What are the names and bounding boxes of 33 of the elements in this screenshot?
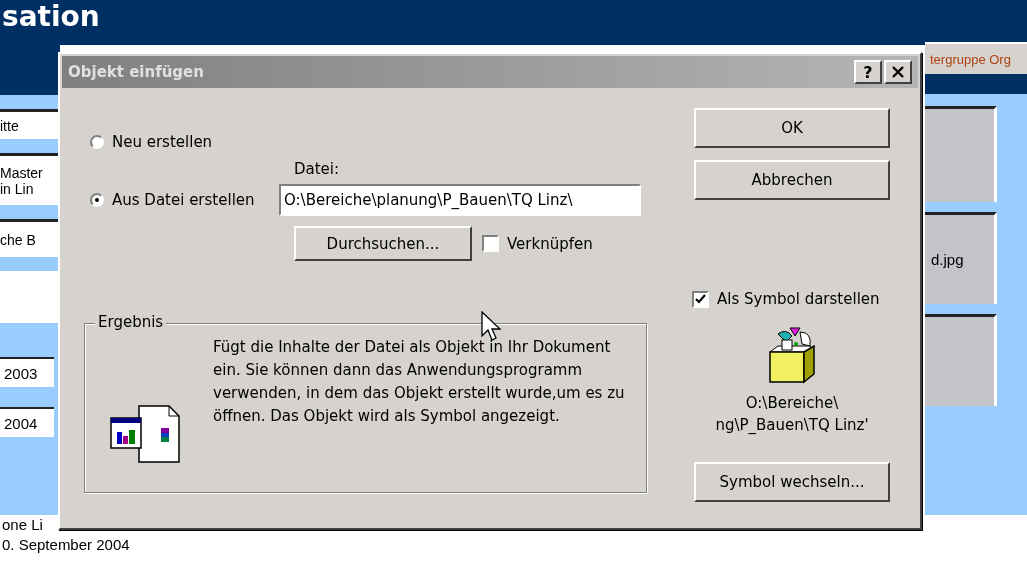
radio-button[interactable]: [90, 135, 104, 149]
page-title: sation: [1, 0, 100, 34]
file-path-field[interactable]: O:\Bereiche\planung\P_Bauen\TQ Linz\: [279, 184, 641, 216]
radio-option[interactable]: Aus Datei erstellen: [84, 188, 279, 212]
checkbox[interactable]: [482, 235, 499, 252]
cell-text: Master: [0, 164, 44, 181]
cancel-button[interactable]: Abbrechen: [694, 160, 890, 200]
ok-button[interactable]: OK: [694, 108, 890, 148]
radio-button[interactable]: [90, 193, 104, 207]
tab[interactable]: tergruppe Org: [925, 42, 1027, 74]
year-field[interactable]: 2003: [0, 357, 54, 387]
help-button[interactable]: ?: [854, 60, 882, 84]
radio-option[interactable]: Neu erstellen: [84, 130, 279, 154]
close-icon: [892, 66, 904, 78]
footer-text: one Li: [2, 515, 44, 535]
display-as-icon-checkbox[interactable]: Als Symbol darstellen: [692, 290, 890, 308]
table-cell: d.jpg: [925, 212, 997, 304]
cell-text: in Lin: [0, 180, 35, 197]
field-label: Datei:: [293, 160, 341, 178]
group-title: Ergebnis: [95, 313, 167, 331]
change-icon-button[interactable]: Symbol wechseln...: [694, 462, 890, 502]
checkbox[interactable]: [692, 290, 709, 308]
table-cell: che B: [0, 219, 60, 257]
link-checkbox[interactable]: Verknüpfen: [482, 234, 593, 253]
dialog-title: Objekt einfügen: [68, 63, 204, 81]
document-chart-icon: [109, 404, 183, 464]
close-button[interactable]: [884, 60, 912, 84]
table-cell: itte: [0, 109, 60, 139]
icon-caption: O:\Bereiche\ ng\P_Bauen\TQ Linz': [714, 393, 870, 436]
year-field[interactable]: 2004: [0, 407, 54, 437]
result-description: Fügt die Inhalte der Datei als Objekt in Ihr Dokument ein. Sie können dann das Anwendungsprogramm verwenden, in dem das Objekt erstellt wurde,um es zu öffnen. Das Objekt wird als Symbol angezeigt.: [213, 337, 626, 427]
browse-button[interactable]: Durchsuchen...: [294, 226, 472, 261]
footer-text: 0. September 2004: [2, 535, 131, 555]
